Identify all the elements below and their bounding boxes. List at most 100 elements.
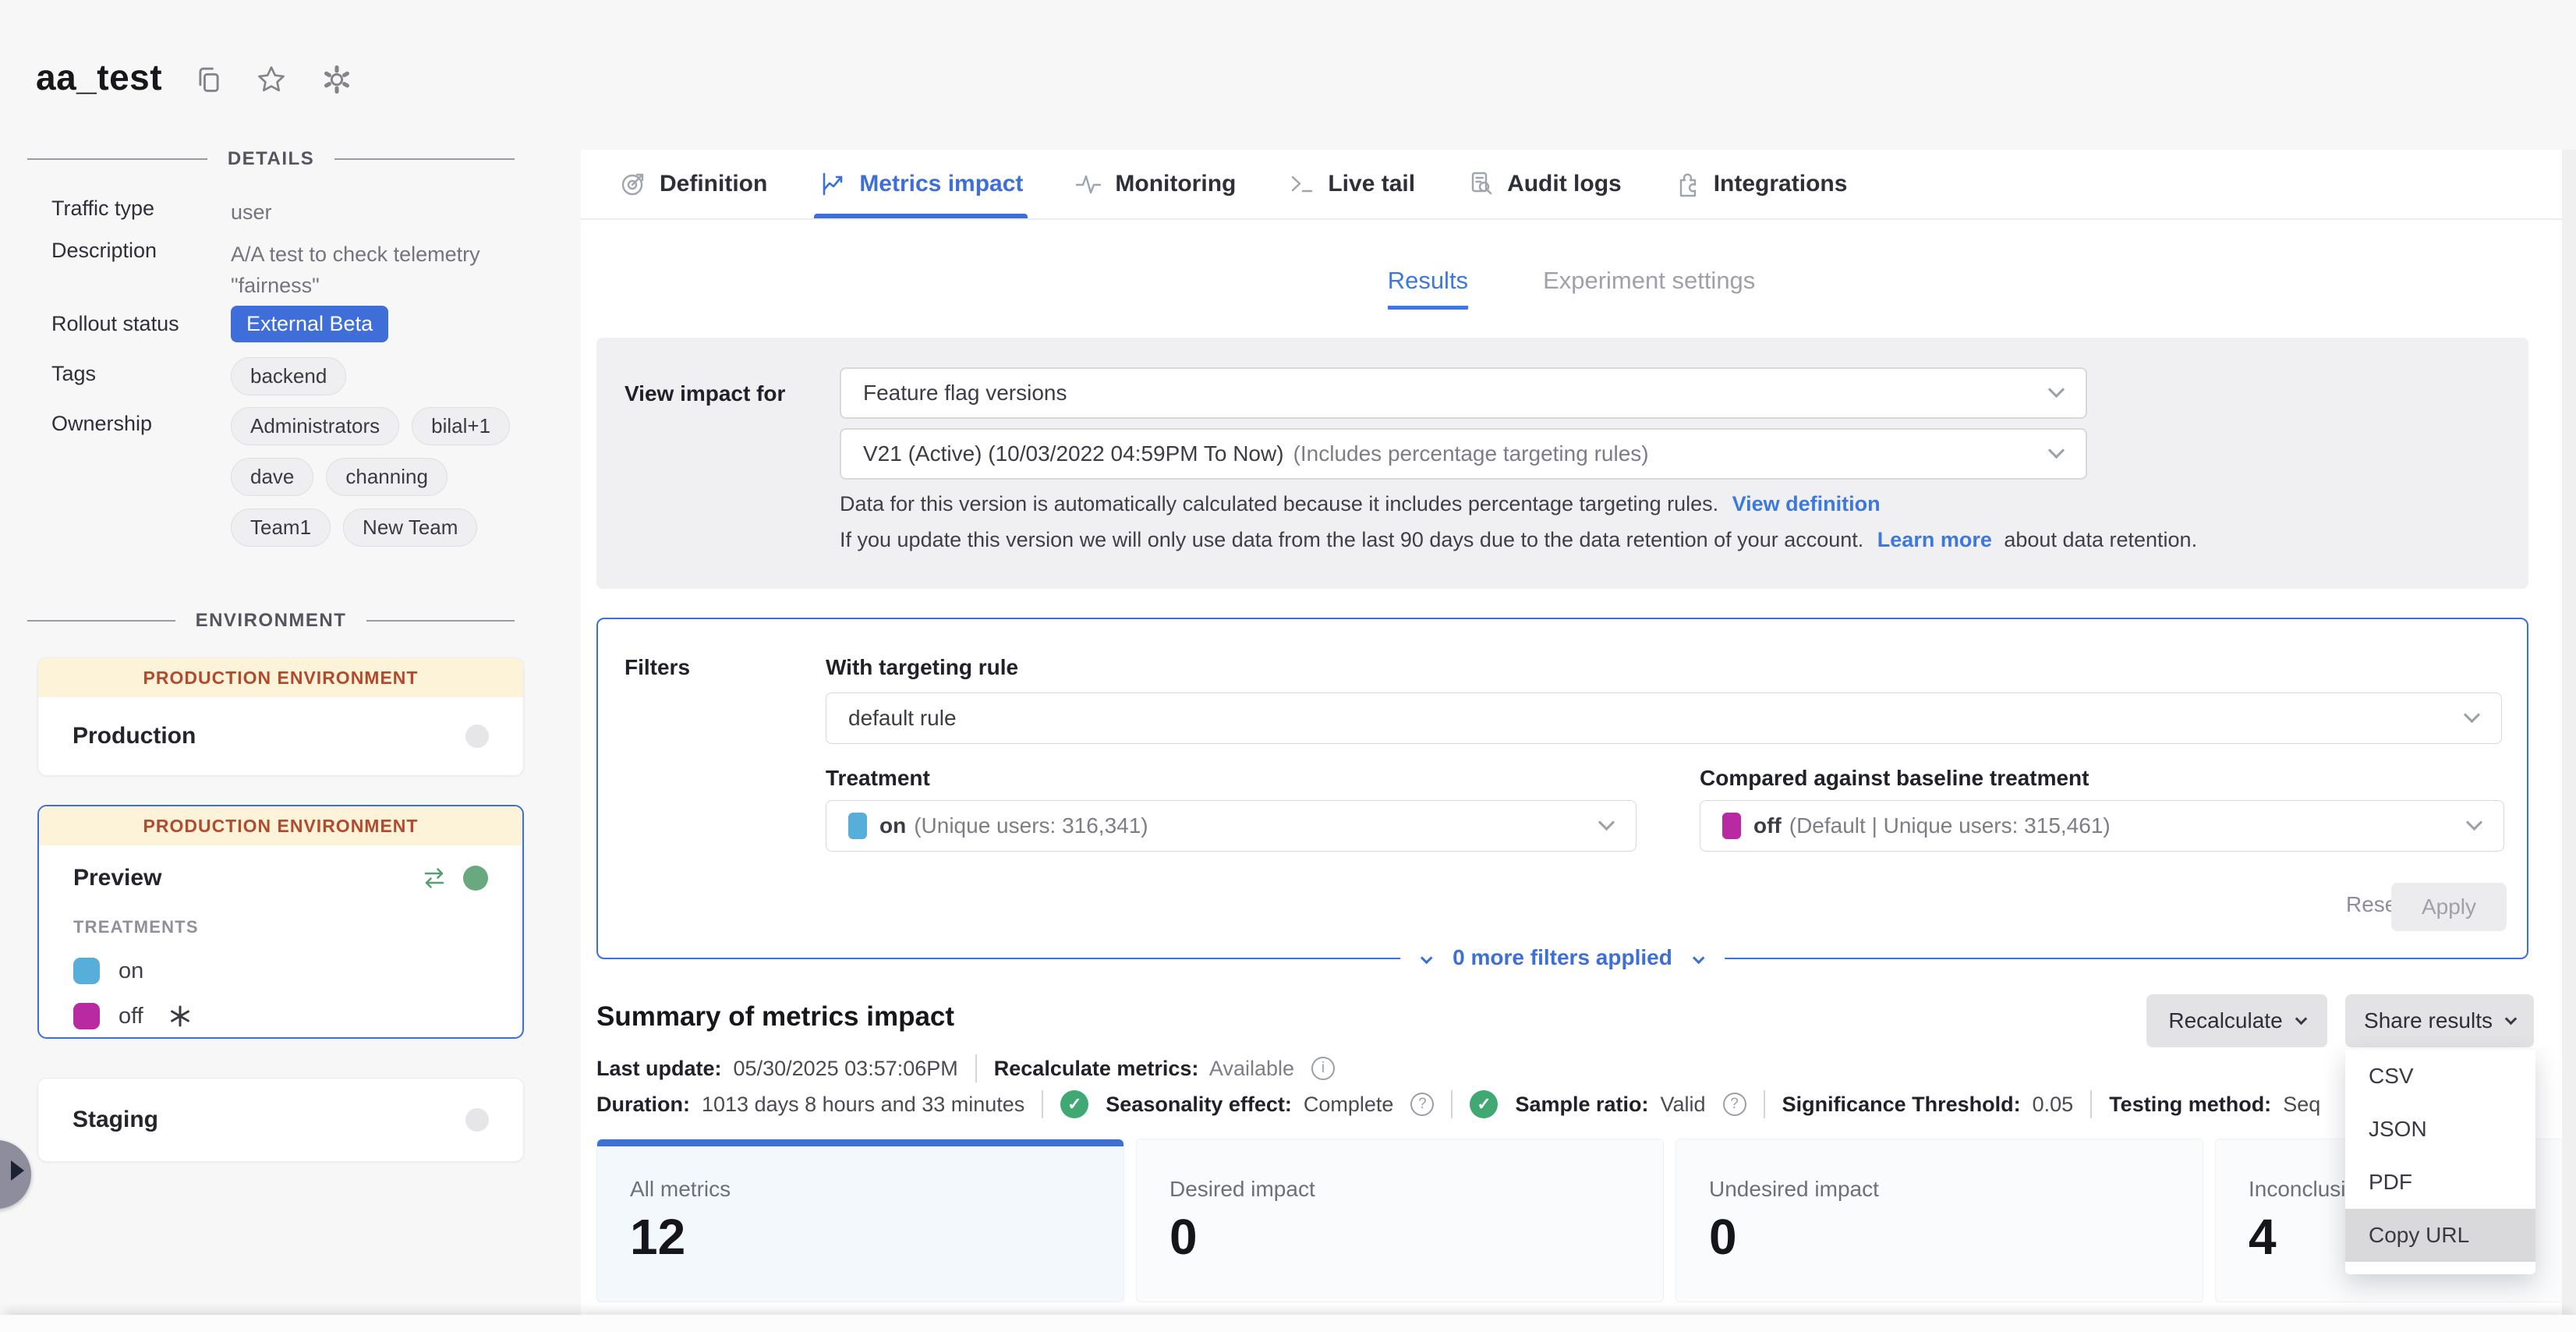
divider [1451,1090,1453,1118]
tab-audit-logs[interactable]: Audit logs [1467,150,1622,218]
metric-card-all-metrics[interactable]: All metrics 12 [596,1139,1124,1302]
rollout-status-label: Rollout status [51,312,231,336]
main-content: Definition Metrics impact Monitoring [581,150,2562,1332]
menu-item-json[interactable]: JSON [2345,1103,2535,1156]
swap-arrows-icon [421,866,448,891]
more-filters-toggle[interactable]: 0 more filters applied [1400,941,1725,975]
ownership-row: Ownership Administrators bilal+1 dave ch… [51,407,511,547]
subtab-experiment-settings[interactable]: Experiment settings [1543,267,1755,310]
share-results-menu: CSV JSON PDF Copy URL [2345,1050,2535,1274]
divider [1764,1090,1765,1118]
gear-icon[interactable] [321,64,352,95]
summary-title: Summary of metrics impact [596,1001,954,1033]
apply-button[interactable]: Apply [2391,883,2507,931]
check-circle-icon: ✓ [1060,1090,1088,1118]
description-value: A/A test to check telemetry "fairness" [231,239,496,301]
owner-pill: channing [326,458,448,496]
divider [975,1054,977,1082]
recalculate-button[interactable]: Recalculate [2146,994,2327,1047]
treatment-dropdown[interactable]: on (Unique users: 316,341) [826,800,1637,852]
rollout-status-badge[interactable]: External Beta [231,306,388,342]
info-icon[interactable]: i [1311,1057,1335,1080]
traffic-type-row: Traffic type user [51,197,511,228]
tag-pill: backend [231,357,346,395]
traffic-type-value: user [231,197,272,228]
treatment-off-swatch [73,1003,100,1029]
owner-pill: Administrators [231,407,399,445]
environment-card-production[interactable]: PRODUCTION ENVIRONMENT Production [37,657,524,776]
question-icon[interactable]: ? [1410,1093,1434,1116]
treatment-label: Treatment [826,766,930,791]
details-heading: DETAILS [27,148,515,170]
page-title: aa_test [36,56,162,98]
subtab-results[interactable]: Results [1388,267,1468,310]
star-icon[interactable] [256,64,287,95]
rollout-status-row: Rollout status External Beta [51,306,511,342]
terminal-icon [1287,170,1315,198]
targeting-rule-dropdown[interactable]: default rule [826,693,2502,744]
environment-card-staging[interactable]: Staging [37,1078,524,1162]
description-row: Description A/A test to check telemetry … [51,239,511,301]
production-environment-banner: PRODUCTION ENVIRONMENT [39,806,522,845]
share-results-button[interactable]: Share results [2345,994,2534,1047]
puzzle-icon [1673,170,1701,198]
environment-name: Staging [73,1107,158,1133]
question-icon[interactable]: ? [1723,1093,1746,1116]
metric-card-undesired-impact[interactable]: Undesired impact 0 [1675,1139,2203,1302]
impact-type-dropdown[interactable]: Feature flag versions [840,367,2087,419]
tags-label: Tags [51,357,231,386]
version-note-2: If you update this version we will only … [840,528,2197,552]
chevron-down-icon [2295,1012,2307,1025]
treatment-off-swatch [1722,813,1741,839]
treatment-on-swatch [848,813,867,839]
view-definition-link[interactable]: View definition [1732,492,1881,515]
baseline-dropdown[interactable]: off (Default | Unique users: 315,461) [1700,800,2504,852]
status-dot-gray [465,724,489,748]
view-impact-label: View impact for [625,381,785,406]
tab-live-tail[interactable]: Live tail [1287,150,1415,218]
environment-heading: ENVIRONMENT [27,610,515,632]
chevron-down-icon [2466,814,2482,831]
audit-doc-icon [1467,170,1495,198]
vertical-scrollbar-track[interactable] [2562,150,2576,1332]
menu-item-csv[interactable]: CSV [2345,1050,2535,1103]
tags-row: Tags backend [51,357,511,395]
description-label: Description [51,239,231,301]
targeting-rule-label: With targeting rule [826,655,1018,680]
chevron-down-icon [1598,814,1615,831]
pulse-icon [1074,170,1102,198]
traffic-type-label: Traffic type [51,197,231,228]
owner-pill: New Team [343,508,477,547]
menu-item-copy-url[interactable]: Copy URL [2345,1209,2535,1262]
chart-line-icon [819,170,847,198]
summary-stats-row-2: Duration: 1013 days 8 hours and 33 minut… [596,1090,2320,1118]
tab-integrations[interactable]: Integrations [1673,150,1848,218]
chevron-down-icon [1693,951,1705,964]
chevron-down-icon [2048,381,2065,398]
chevron-down-icon [2048,442,2065,459]
horizontal-scrollbar-track[interactable] [0,1315,2576,1332]
default-treatment-asterisk-icon [168,1004,192,1028]
metric-card-desired-impact[interactable]: Desired impact 0 [1136,1139,1664,1302]
treatments-heading: TREATMENTS [39,911,522,937]
view-impact-panel: View impact for Feature flag versions V2… [596,338,2528,589]
environment-card-preview[interactable]: PRODUCTION ENVIRONMENT Preview TREATMENT… [37,805,524,1039]
baseline-label: Compared against baseline treatment [1700,766,2089,791]
version-dropdown[interactable]: V21 (Active) (10/03/2022 04:59PM To Now)… [840,428,2087,480]
chevron-down-icon [1421,951,1433,964]
tab-metrics-impact[interactable]: Metrics impact [819,150,1023,218]
treatment-item-on: on [39,937,522,984]
learn-more-link[interactable]: Learn more [1877,528,1992,551]
status-dot-green [463,866,488,891]
sidebar-collapse-handle[interactable] [0,1140,31,1209]
production-environment-banner: PRODUCTION ENVIRONMENT [38,658,523,697]
chevron-right-icon [11,1160,24,1181]
owner-pill: dave [231,458,313,496]
copy-icon[interactable] [193,64,225,95]
menu-item-pdf[interactable]: PDF [2345,1156,2535,1209]
target-icon [619,170,647,198]
chevron-down-icon [2464,707,2480,723]
tab-monitoring[interactable]: Monitoring [1074,150,1236,218]
environment-name: Preview [73,865,161,891]
tab-definition[interactable]: Definition [619,150,767,218]
